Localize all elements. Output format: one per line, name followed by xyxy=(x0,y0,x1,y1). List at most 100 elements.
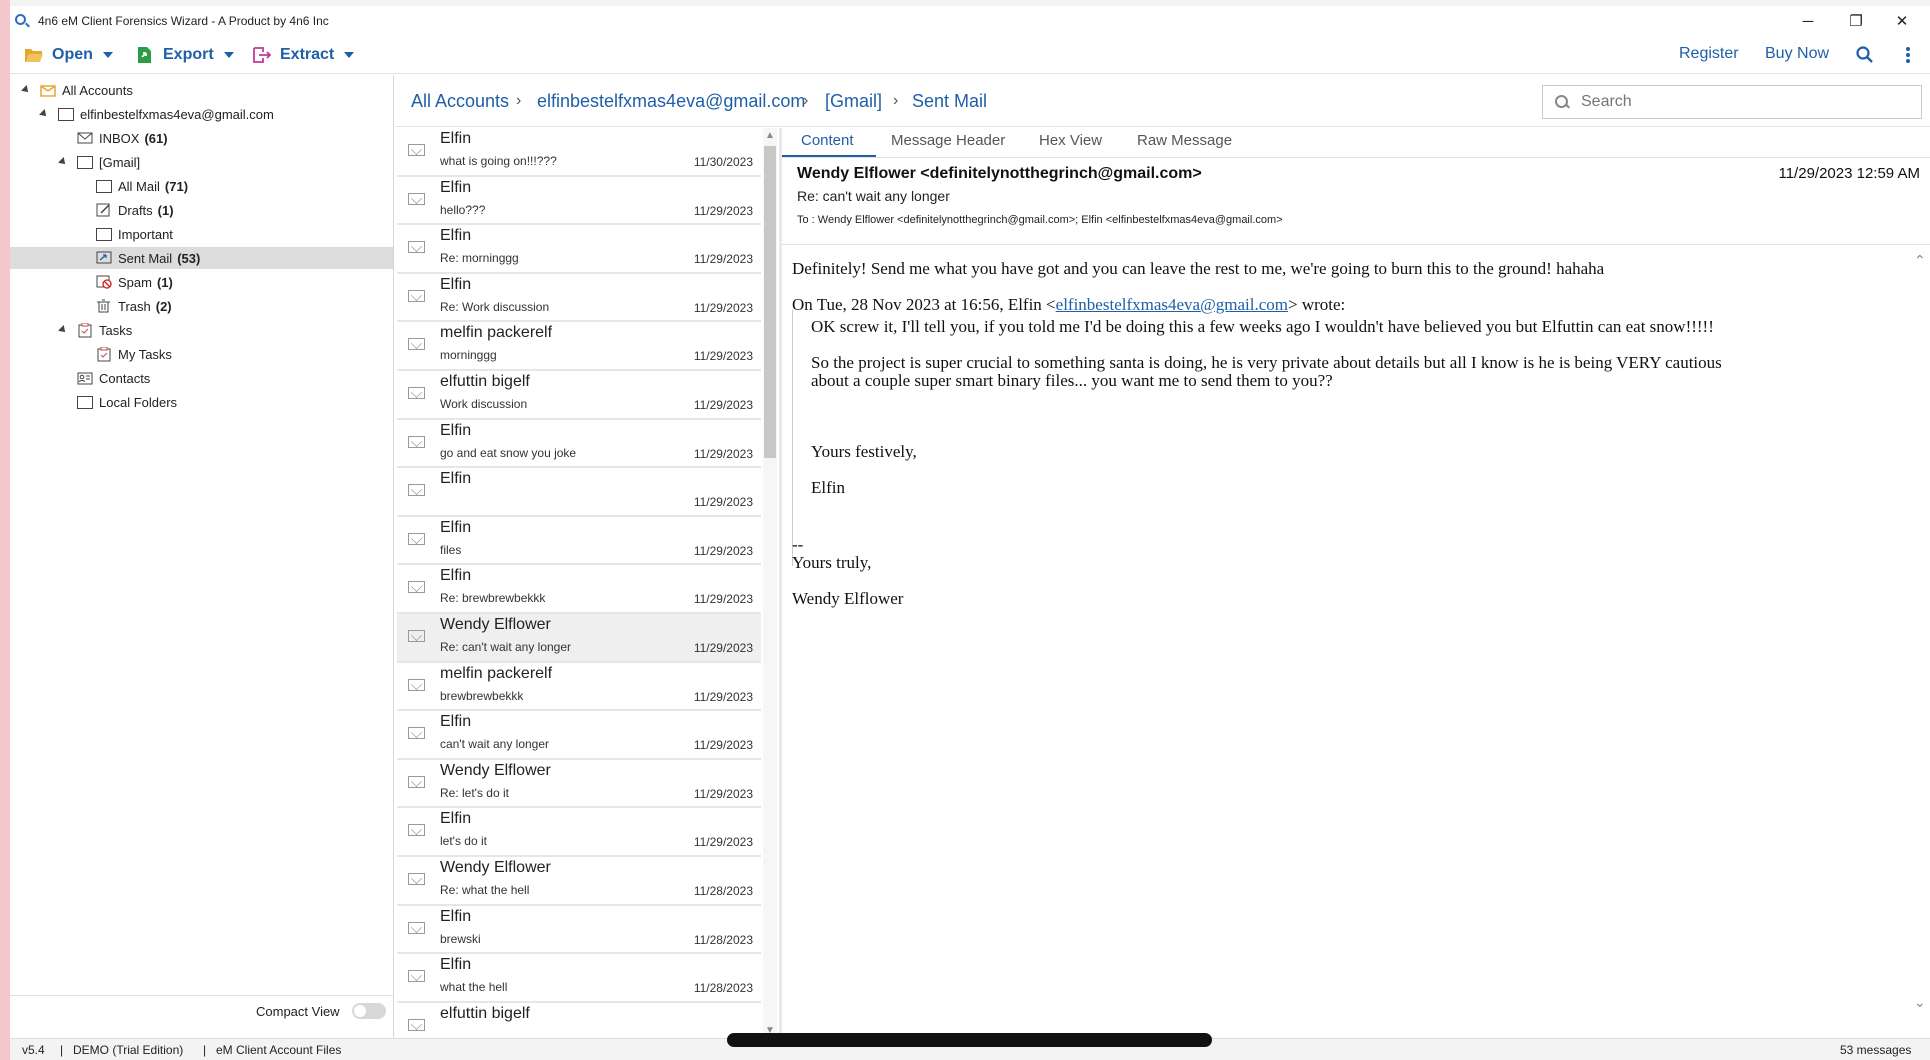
message-sender: Elfin xyxy=(440,130,472,147)
envelope-icon xyxy=(408,921,425,934)
tree-trash[interactable]: Trash (2) xyxy=(96,295,172,317)
message-subject-preview: hello??? xyxy=(440,202,486,217)
tree-local-folders[interactable]: Local Folders xyxy=(77,391,177,413)
breadcrumb-sent-mail[interactable]: Sent Mail xyxy=(912,91,987,112)
expand-icon[interactable] xyxy=(58,325,68,335)
envelope-icon xyxy=(408,192,425,205)
quote-line: about a couple super smart binary files.… xyxy=(811,371,1333,390)
chevron-down-icon[interactable]: ⌄ xyxy=(1914,994,1926,1011)
envelope-icon xyxy=(408,727,425,740)
message-sender: Elfin xyxy=(440,275,472,293)
breadcrumb-separator: › xyxy=(893,92,899,109)
quoted-message: OK screw it, I'll tell you, if you told … xyxy=(792,310,1892,566)
scrollbar-thumb[interactable] xyxy=(764,146,776,458)
search-icon[interactable] xyxy=(1856,46,1874,64)
export-label: Export xyxy=(163,46,214,63)
message-subject-preview: Re: can't wait any longer xyxy=(440,640,572,654)
compact-view-label: Compact View xyxy=(256,1003,340,1019)
message-row[interactable]: Elfin can't wait any longer 11/29/2023 xyxy=(397,711,761,760)
message-row[interactable]: Elfin brewski 11/28/2023 xyxy=(397,906,761,955)
open-button[interactable]: Open xyxy=(24,42,113,68)
message-sender: Elfin xyxy=(440,178,472,196)
envelope-icon xyxy=(408,532,425,545)
message-subject-preview: let's do it xyxy=(440,834,487,849)
message-row[interactable]: melfin packerelf brewbrewbekkk 11/29/2023 xyxy=(397,663,761,712)
tree-tasks[interactable]: Tasks xyxy=(58,319,132,341)
tree-all-mail[interactable]: All Mail (71) xyxy=(96,175,188,197)
tree-contacts[interactable]: Contacts xyxy=(77,367,150,389)
tab-message-header[interactable]: Message Header xyxy=(891,132,1005,149)
breadcrumb-account[interactable]: elfinbestelfxmas4eva@gmail.com xyxy=(537,91,805,112)
message-row[interactable]: Wendy Elflower Re: what the hell 11/28/202… xyxy=(397,857,761,906)
restore-button[interactable]: ❐ xyxy=(1836,6,1876,36)
buy-now-link[interactable]: Buy Now xyxy=(1765,45,1829,63)
message-row[interactable]: Wendy Elflower Re: can't wait any longer 1… xyxy=(397,614,761,663)
message-row[interactable]: Elfin files 11/29/2023 xyxy=(397,517,761,566)
message-subject-preview: morninggg xyxy=(440,348,497,363)
tree-count: (2) xyxy=(155,298,172,314)
message-row[interactable]: elfuttin bigelf Work discussion 11/29/2023 xyxy=(397,371,761,420)
message-sender: melfin packerelf xyxy=(440,324,553,342)
tree-all-accounts[interactable]: All Accounts xyxy=(21,79,133,101)
tree-important[interactable]: Important xyxy=(96,223,173,245)
extract-button[interactable]: Extract xyxy=(252,42,355,68)
quote-line: Yours festively, xyxy=(811,442,917,461)
message-row[interactable]: elfuttin bigelf xyxy=(397,1003,761,1038)
more-options-icon[interactable] xyxy=(1905,46,1911,64)
message-row[interactable]: Elfin what is going on!!!??? 11/30/2023 xyxy=(397,128,761,177)
envelope-icon xyxy=(408,775,425,788)
envelope-icon xyxy=(408,581,425,594)
message-subject-preview: Re: Work discussion xyxy=(440,299,550,314)
expand-icon[interactable] xyxy=(21,85,31,95)
message-row[interactable]: Elfin Re: morninggg 11/29/2023 xyxy=(397,225,761,274)
message-date: 11/29/2023 xyxy=(693,592,753,607)
search-box[interactable] xyxy=(1542,85,1922,119)
message-row[interactable]: Wendy Elflower Re: let's do it 11/29/2023 xyxy=(397,760,761,809)
tree-spam[interactable]: Spam (1) xyxy=(96,271,173,293)
header-divider xyxy=(782,244,1930,245)
extract-label: Extract xyxy=(280,46,335,63)
search-icon xyxy=(1555,95,1569,109)
tree-account[interactable]: elfinbestelfxmas4eva@gmail.com xyxy=(39,103,274,125)
expand-icon[interactable] xyxy=(58,157,68,167)
export-icon xyxy=(138,47,151,63)
message-date: 11/29/2023 xyxy=(693,446,753,461)
breadcrumb-all-accounts[interactable]: All Accounts xyxy=(411,91,509,112)
compact-view-toggle[interactable] xyxy=(351,1003,386,1019)
export-button[interactable]: Export xyxy=(135,42,234,68)
message-date: 11/29/2023 xyxy=(693,252,753,267)
message-row[interactable]: Elfin hello??? 11/29/2023 xyxy=(397,177,761,226)
scroll-up-icon[interactable]: ▲ xyxy=(765,130,775,141)
register-link[interactable]: Register xyxy=(1679,45,1739,63)
message-row[interactable]: Elfin what the hell 11/28/2023 xyxy=(397,954,761,1003)
minimize-button[interactable]: ─ xyxy=(1788,6,1828,36)
message-date: 11/30/2023 xyxy=(693,155,753,169)
expand-icon[interactable] xyxy=(39,109,49,119)
tab-raw-message[interactable]: Raw Message xyxy=(1137,132,1232,149)
folder-tree-sidebar: All Accounts elfinbestelfxmas4eva@gmail.… xyxy=(10,75,394,1038)
status-message-count: 53 messages xyxy=(1840,1043,1912,1057)
tree-inbox[interactable]: INBOX (61) xyxy=(77,127,168,149)
breadcrumb-gmail[interactable]: [Gmail] xyxy=(825,91,882,112)
tab-hex-view[interactable]: Hex View xyxy=(1039,132,1102,149)
chevron-up-icon[interactable]: ⌃ xyxy=(1914,252,1926,269)
envelope-icon xyxy=(408,630,425,642)
tab-content[interactable]: Content xyxy=(801,132,854,149)
message-subject-preview: go and eat snow you joke xyxy=(440,445,577,460)
app-logo-icon xyxy=(14,13,30,29)
search-input[interactable] xyxy=(1581,93,1901,111)
tree-count: (1) xyxy=(156,274,173,290)
tree-my-tasks[interactable]: My Tasks xyxy=(96,343,172,365)
tree-sent-mail[interactable]: Sent Mail (53) xyxy=(10,247,393,269)
message-row[interactable]: melfin packerelf morninggg 11/29/2023 xyxy=(397,322,761,371)
tree-drafts[interactable]: Drafts (1) xyxy=(96,199,174,221)
message-row[interactable]: Elfin Re: Work discussion 11/29/2023 xyxy=(397,274,761,323)
message-row[interactable]: Elfin Re: brewbrewbekkk 11/29/2023 xyxy=(397,565,761,614)
message-date: 11/29/2023 12:59 AM xyxy=(1778,165,1920,182)
close-button[interactable]: ✕ xyxy=(1882,6,1922,36)
tree-gmail[interactable]: [Gmail] xyxy=(58,151,140,173)
message-row[interactable]: Elfin let's do it 11/29/2023 xyxy=(397,808,761,857)
message-row[interactable]: Elfin 11/29/2023 xyxy=(397,468,761,517)
message-row[interactable]: Elfin go and eat snow you joke 11/29/2023 xyxy=(397,420,761,469)
message-list-scrollbar[interactable]: ▲ ▼ xyxy=(763,128,777,1038)
